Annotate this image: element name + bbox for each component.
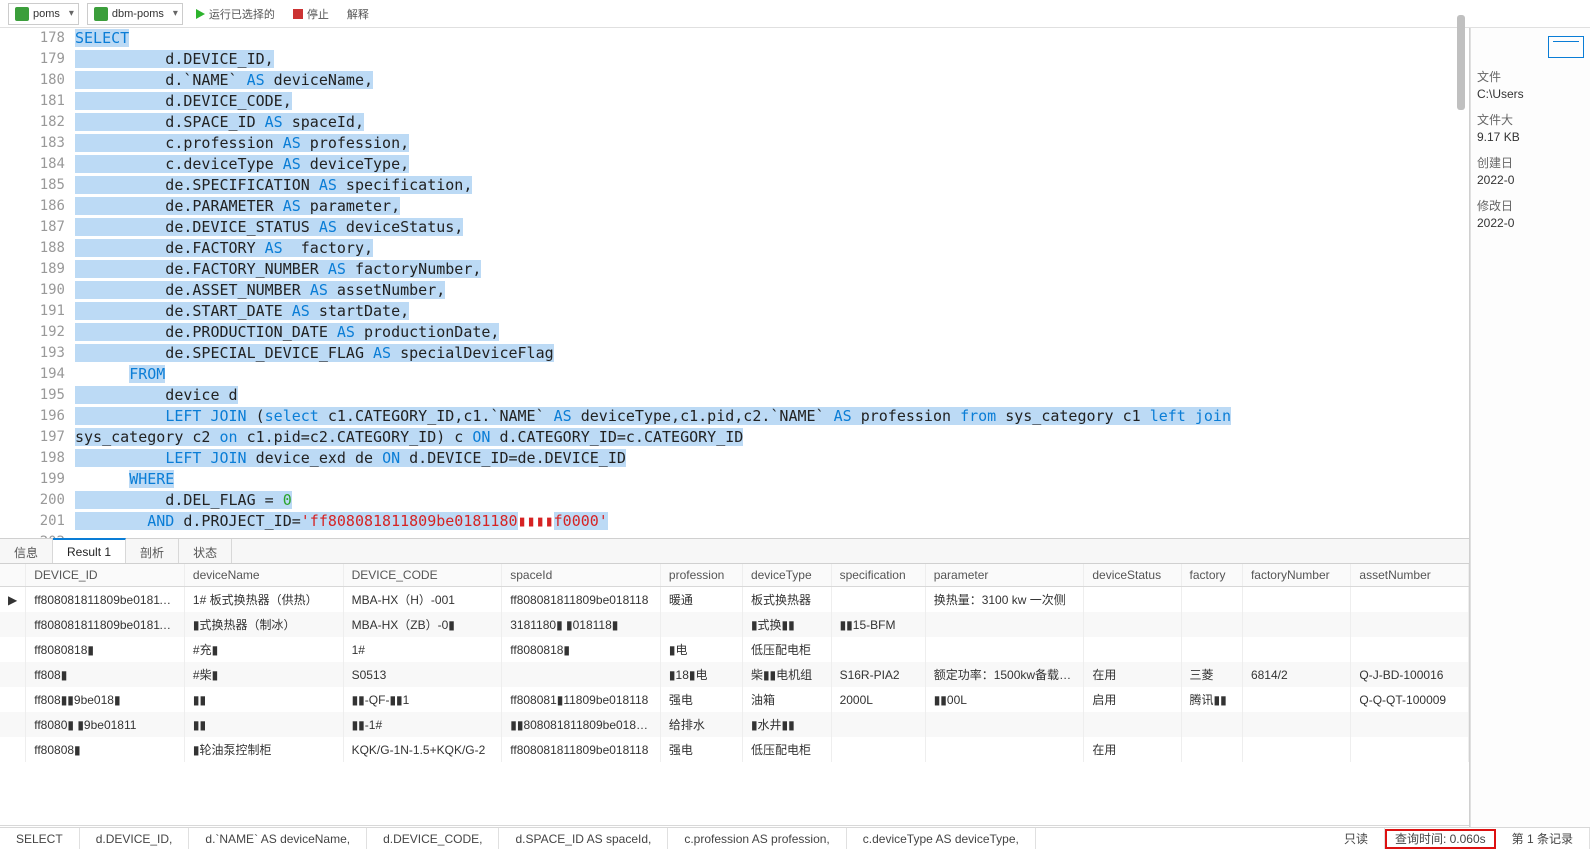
col-deviceType[interactable]: deviceType xyxy=(742,564,831,587)
size-label: 文件大 xyxy=(1477,111,1584,128)
code-lines[interactable]: SELECT d.DEVICE_ID, d.`NAME` AS deviceNa… xyxy=(75,28,1469,538)
col-specification[interactable]: specification xyxy=(831,564,925,587)
table-row[interactable]: ff808▮#柴▮S0513▮18▮电柴▮▮电机组S16R-PIA2额定功率：1… xyxy=(0,662,1469,687)
modified-value: 2022-0 xyxy=(1477,216,1584,230)
col-factory[interactable]: factory xyxy=(1181,564,1242,587)
table-row[interactable]: ff80808▮▮轮油泵控制柜KQK/G-1N-1.5+KQK/G-2ff808… xyxy=(0,737,1469,762)
readonly-status: 只读 xyxy=(1328,828,1385,849)
connection-combo[interactable]: poms xyxy=(8,3,79,25)
col-deviceStatus[interactable]: deviceStatus xyxy=(1084,564,1181,587)
stop-button[interactable]: 停止 xyxy=(288,4,334,24)
status-sql-fragment: c.deviceType AS deviceType, xyxy=(847,828,1036,849)
table-row[interactable]: ff808▮▮9be018▮▮▮▮▮-QF-▮▮1ff808081▮11809b… xyxy=(0,687,1469,712)
col-DEVICE_ID[interactable]: DEVICE_ID xyxy=(26,564,185,587)
status-bar: SELECTd.DEVICE_ID,d.`NAME` AS deviceName… xyxy=(0,827,1590,849)
status-sql-fragment: SELECT xyxy=(0,828,80,849)
col-spaceId[interactable]: spaceId xyxy=(502,564,661,587)
record-position: 第 1 条记录 xyxy=(1496,828,1590,849)
table-icon xyxy=(1548,36,1584,58)
col-factoryNumber[interactable]: factoryNumber xyxy=(1242,564,1350,587)
col-parameter[interactable]: parameter xyxy=(925,564,1084,587)
tab-Result 1[interactable]: Result 1 xyxy=(53,538,126,563)
result-grid[interactable]: DEVICE_IDdeviceNameDEVICE_CODEspaceIdpro… xyxy=(0,564,1469,762)
grid-header-row: DEVICE_IDdeviceNameDEVICE_CODEspaceIdpro… xyxy=(0,564,1469,587)
file-label: 文件 xyxy=(1477,68,1584,85)
editor-scrollbar[interactable] xyxy=(1457,15,1465,110)
run-button[interactable]: 运行已选择的 xyxy=(191,4,280,24)
created-label: 创建日 xyxy=(1477,154,1584,171)
table-row[interactable]: ff8080818▮#充▮1#ff8080818▮▮电低压配电柜 xyxy=(0,637,1469,662)
stop-icon xyxy=(293,9,303,19)
play-icon xyxy=(196,9,205,19)
tab-信息[interactable]: 信息 xyxy=(0,539,53,563)
explain-button[interactable]: 解释 xyxy=(342,4,374,24)
database-combo[interactable]: dbm-poms xyxy=(87,3,183,25)
line-gutter: 1781791801811821831841851861871881891901… xyxy=(0,28,75,538)
col-deviceName[interactable]: deviceName xyxy=(184,564,343,587)
size-value: 9.17 KB xyxy=(1477,130,1584,144)
created-value: 2022-0 xyxy=(1477,173,1584,187)
sql-editor[interactable]: 1781791801811821831841851861871881891901… xyxy=(0,28,1469,538)
tab-状态[interactable]: 状态 xyxy=(179,539,232,563)
query-time: 查询时间: 0.060s xyxy=(1385,829,1496,849)
tab-剖析[interactable]: 剖析 xyxy=(126,539,179,563)
table-row[interactable]: ▶ff808081811809be01811811# 板式换热器（供热）MBA-… xyxy=(0,587,1469,613)
modified-label: 修改日 xyxy=(1477,197,1584,214)
col-profession[interactable]: profession xyxy=(660,564,742,587)
file-value: C:\Users xyxy=(1477,87,1584,101)
col-ptr[interactable] xyxy=(0,564,26,587)
table-row[interactable]: ff808081811809be0181181▮式换热器（制冰）MBA-HX（Z… xyxy=(0,612,1469,637)
top-toolbar: poms dbm-poms 运行已选择的 停止 解释 xyxy=(0,0,1590,28)
status-sql-fragment: d.DEVICE_ID, xyxy=(80,828,190,849)
col-DEVICE_CODE[interactable]: DEVICE_CODE xyxy=(343,564,502,587)
status-sql-fragment: d.SPACE_ID AS spaceId, xyxy=(499,828,668,849)
result-tabs: 信息Result 1剖析状态 xyxy=(0,538,1469,564)
status-sql-fragment: d.`NAME` AS deviceName, xyxy=(189,828,367,849)
status-sql-fragment: c.profession AS profession, xyxy=(668,828,846,849)
result-grid-wrap[interactable]: DEVICE_IDdeviceNameDEVICE_CODEspaceIdpro… xyxy=(0,564,1469,825)
status-sql-fragment: d.DEVICE_CODE, xyxy=(367,828,499,849)
col-assetNumber[interactable]: assetNumber xyxy=(1351,564,1469,587)
table-row[interactable]: ff8080▮ ▮9be01811▮▮▮▮-1#▮▮808081811809be… xyxy=(0,712,1469,737)
file-info-panel: 文件 C:\Users 文件大 9.17 KB 创建日 2022-0 修改日 2… xyxy=(1470,28,1590,849)
